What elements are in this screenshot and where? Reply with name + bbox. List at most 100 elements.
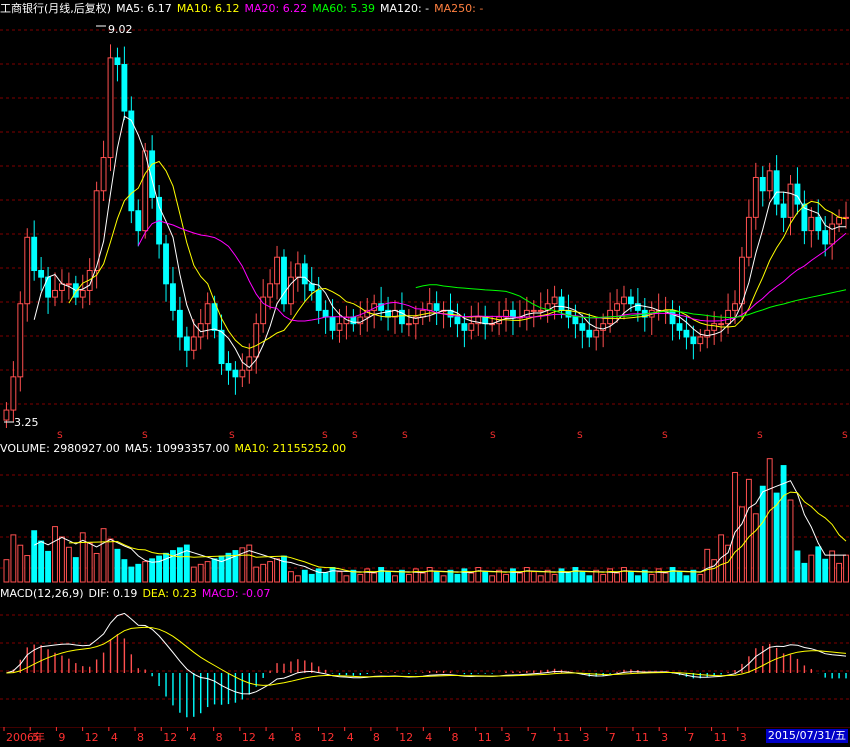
volume-chart[interactable] [0, 440, 850, 585]
candle-up [274, 256, 280, 285]
candle-down [794, 183, 801, 205]
volume-bar-down [72, 557, 79, 583]
candle-down [482, 316, 489, 325]
candle-down [308, 283, 315, 291]
macd-chart[interactable] [0, 585, 850, 727]
volume-bar-up [59, 536, 65, 583]
candle-down [572, 316, 579, 325]
volume-bar-up [253, 566, 260, 583]
volume-bar-up [65, 546, 72, 583]
axis-tick-label: 8 [452, 731, 459, 744]
axis-tick-label: 11 [635, 731, 649, 744]
volume-bar-up [357, 573, 364, 583]
candle-down [38, 270, 45, 278]
volume-bar-up [468, 572, 475, 583]
volume-bar-up [440, 575, 447, 583]
dividend-marker: S [229, 431, 235, 440]
volume-bar-down [586, 575, 593, 583]
candle-up [204, 303, 211, 325]
volume-bar-down [676, 571, 683, 583]
stock-title: 工商银行(月线,后复权) [0, 2, 112, 15]
axis-tick-label: 4 [425, 731, 432, 744]
candle-up [468, 323, 475, 331]
volume-label: VOLUME: 2980927.00 [0, 442, 120, 455]
dividend-marker: S [842, 431, 848, 440]
candle-down [225, 363, 232, 371]
volume-bar-down [683, 575, 690, 583]
volume-bar-up [86, 542, 93, 583]
candle-up [530, 309, 537, 312]
axis-tick-label: 11 [556, 731, 570, 744]
volume-bar-up [697, 573, 704, 583]
volume-bar-down [156, 555, 163, 583]
volume-bar-up [503, 573, 509, 583]
volume-bar-down [815, 546, 822, 583]
volume-bar-down [433, 571, 440, 583]
price-panel[interactable]: 工商银行(月线,后复权) MA5: 6.17 MA10: 6.12 MA20: 6.2… [0, 0, 850, 440]
volume-bar-up [405, 573, 412, 583]
volume-bar-up [808, 554, 815, 583]
volume-bar-up [489, 575, 496, 583]
volume-bar-up [100, 528, 107, 583]
candle-up [787, 183, 794, 218]
volume-bar-up [704, 548, 711, 583]
ma10-label: MA10: 6.12 [176, 2, 240, 15]
candle-down [322, 309, 329, 318]
candle-down [218, 329, 225, 365]
volume-bar-up [294, 575, 301, 583]
low-price-label: 3.25 [14, 416, 39, 429]
ma250-label: MA250: - [434, 2, 484, 15]
dividend-marker: S [322, 431, 328, 440]
candle-down [565, 309, 572, 318]
dividend-marker: S [142, 431, 148, 440]
volume-panel[interactable]: VOLUME: 2980927.00 MA5: 10993357.00 MA10: … [0, 440, 850, 585]
candle-up [718, 323, 725, 326]
candle-down [822, 230, 829, 245]
volume-bar-up [204, 561, 211, 583]
candle-down [114, 57, 121, 66]
volume-bar-up [523, 567, 530, 583]
macd-panel[interactable]: MACD(12,26,9) DIF: 0.19 DEA: 0.23 MACD: -0.… [0, 585, 850, 727]
ma60-label: MA60: 5.39 [312, 2, 375, 15]
volume-bar-down [801, 562, 808, 583]
axis-tick-label: 7 [687, 731, 694, 744]
candle-down [676, 323, 683, 331]
candle-down [669, 309, 676, 325]
volume-bar-up [371, 572, 378, 583]
volume-bar-up [336, 571, 343, 583]
axis-tick-label: 8 [373, 731, 380, 744]
candle-up [621, 296, 627, 305]
volume-bar-up [537, 575, 544, 583]
price-grid [0, 29, 850, 405]
candle-up [294, 263, 301, 278]
axis-tick-label: 4 [347, 731, 354, 744]
axis-tick-label: 11 [714, 731, 728, 744]
axis-tick-label: 5 [32, 731, 39, 744]
volume-bar-up [766, 458, 773, 583]
candle-down [454, 316, 461, 325]
volume-bar-down [385, 571, 391, 583]
time-axis: 2006年 5 9 12 4 8 12 4 8 12 4 8 12 4 8 12 4 8 11 3 7 11 3 7 11 3 7 1… [0, 727, 850, 747]
volume-bar-up [10, 534, 17, 583]
volume-bar-down [794, 550, 801, 583]
candle-up [711, 323, 718, 331]
dividend-marker: S [662, 431, 668, 440]
volume-bar-up [426, 567, 433, 583]
dividend-marker: S [757, 431, 763, 440]
volume-ma5-line [33, 480, 846, 574]
volume-bar-up [267, 561, 274, 583]
volume-bar-up [392, 575, 398, 583]
high-price-label: 9.02 [108, 23, 133, 36]
dividend-marker: S [402, 431, 408, 440]
axis-tick-label: 12 [163, 731, 177, 744]
axis-tick-label: 3 [661, 731, 668, 744]
volume-bar-down [225, 552, 232, 583]
candle-up [10, 376, 17, 411]
candle-up [142, 150, 149, 232]
candle-down [281, 256, 287, 305]
candle-up [65, 283, 72, 286]
volume-bar-up [725, 544, 731, 583]
volume-bar-down [218, 555, 225, 583]
price-chart[interactable]: 9.02 3.25 S S S S S S S S S S S [0, 0, 850, 440]
candle-down [586, 329, 593, 338]
